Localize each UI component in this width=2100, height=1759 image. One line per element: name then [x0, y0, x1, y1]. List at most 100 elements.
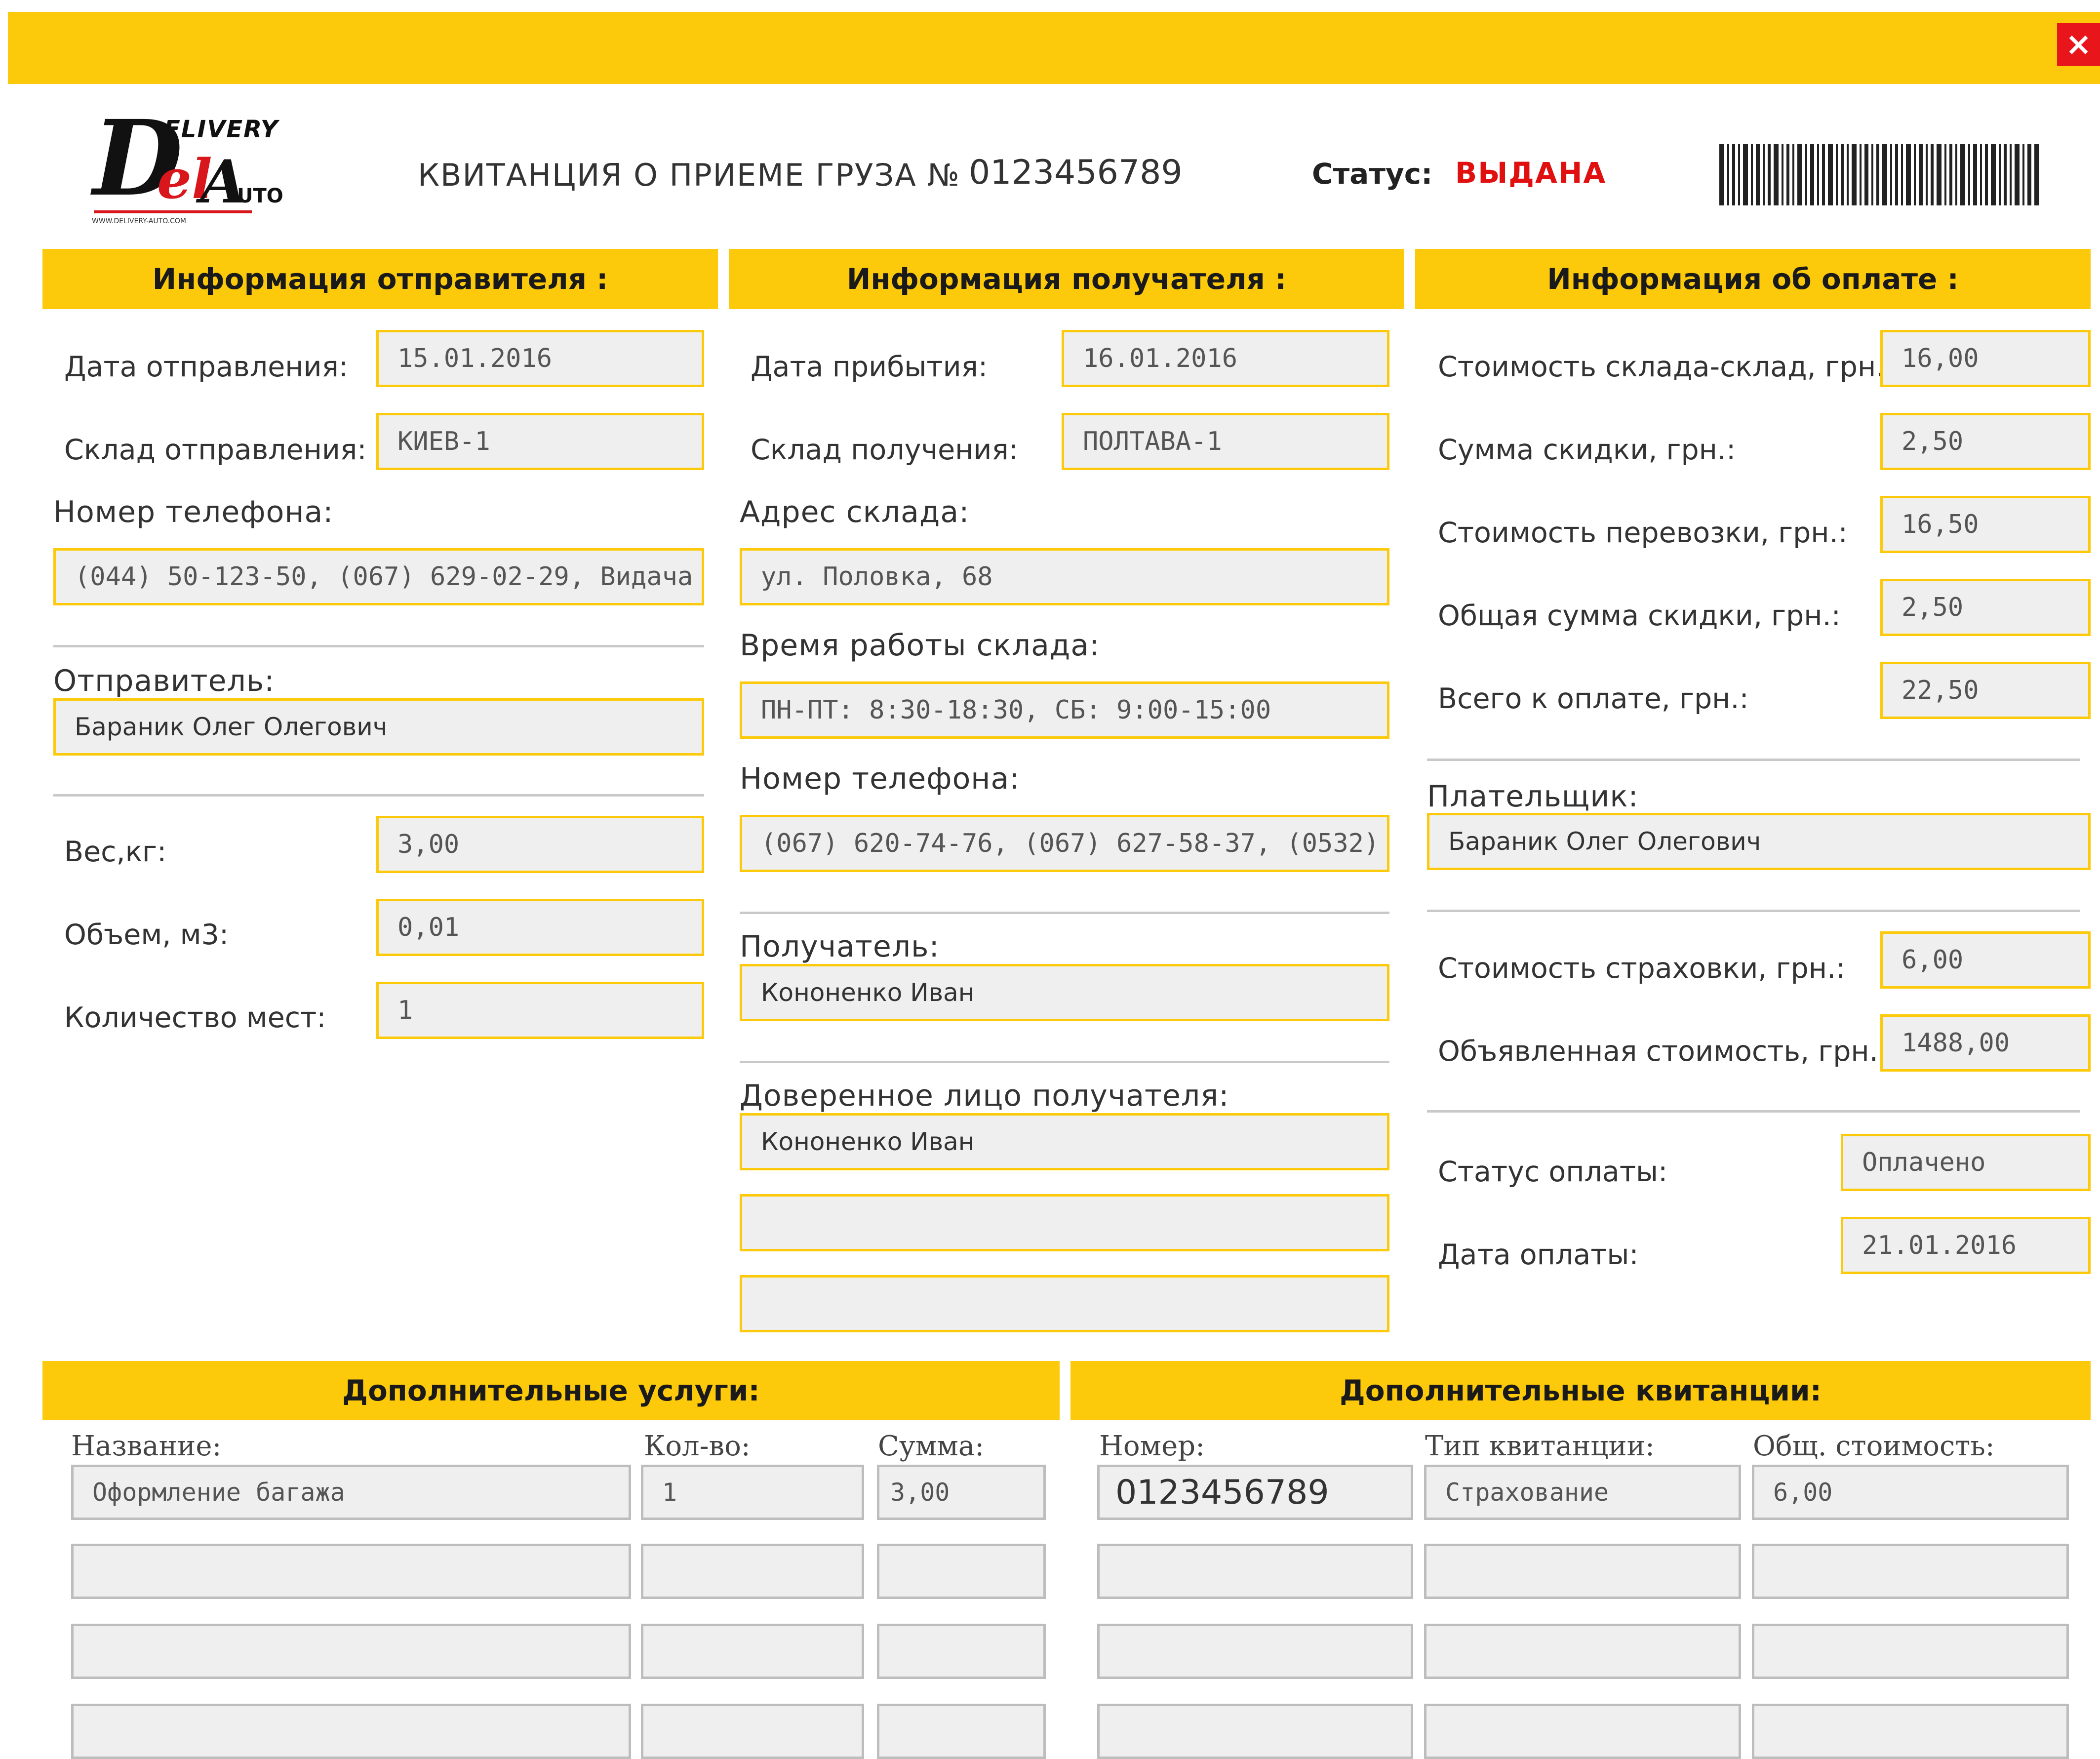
- departure-date-field[interactable]: 15.01.2016: [376, 330, 704, 387]
- additional-receipts-header: Дополнительные квитанции:: [1070, 1361, 2091, 1420]
- payer-label: Плательщик:: [1427, 779, 1639, 814]
- declared-value-field[interactable]: 1488,00: [1880, 1014, 2091, 1072]
- warehouse-cost-field[interactable]: 16,00: [1880, 330, 2091, 387]
- receiving-warehouse-field[interactable]: ПОЛТАВА-1: [1062, 413, 1389, 470]
- arrival-date-field[interactable]: 16.01.2016: [1062, 330, 1389, 387]
- service-sum-field[interactable]: 3,00: [877, 1465, 1046, 1520]
- status-label: Статус:: [1312, 157, 1433, 191]
- payer-field[interactable]: Бараник Олег Олегович: [1427, 813, 2091, 870]
- receiving-warehouse-label: Склад получения:: [751, 434, 1018, 466]
- service-qty-field[interactable]: [641, 1544, 864, 1599]
- service-qty-field[interactable]: [641, 1704, 864, 1759]
- close-icon: ×: [2065, 26, 2092, 63]
- warehouse-hours-field[interactable]: ПН-ПТ: 8:30-18:30, СБ: 9:00-15:00: [740, 681, 1389, 739]
- recipient-phone-label: Номер телефона:: [740, 761, 1020, 796]
- receipt-title: КВИТАНЦИЯ О ПРИЕМЕ ГРУЗА №: [418, 157, 960, 193]
- receipt-total-field[interactable]: [1752, 1704, 2069, 1759]
- service-sum-field[interactable]: [877, 1544, 1046, 1599]
- receipt-type-field[interactable]: [1424, 1544, 1741, 1599]
- window-title-bar: [8, 12, 2100, 84]
- warehouse-address-label: Адрес склада:: [740, 495, 970, 529]
- service-name-column-header: Название:: [71, 1430, 222, 1462]
- trustee-extra-field-1[interactable]: [740, 1194, 1389, 1251]
- service-qty-field[interactable]: [641, 1624, 864, 1679]
- trustee-extra-field-2[interactable]: [740, 1275, 1389, 1332]
- service-qty-field[interactable]: 1: [641, 1465, 864, 1520]
- receipt-number-field[interactable]: [1097, 1624, 1413, 1679]
- places-count-field[interactable]: 1: [376, 982, 704, 1039]
- payment-info-header: Информация об оплате :: [1415, 249, 2091, 309]
- receipt-number-field[interactable]: 0123456789: [1097, 1465, 1413, 1520]
- total-discount-field[interactable]: 2,50: [1880, 579, 2091, 636]
- receipt-type-column-header: Тип квитанции:: [1425, 1430, 1655, 1462]
- service-name-field[interactable]: [71, 1704, 631, 1759]
- sender-info-header: Информация отправителя :: [42, 249, 718, 309]
- receipt-number-field[interactable]: [1097, 1704, 1413, 1759]
- transport-cost-label: Стоимость перевозки, грн.:: [1438, 517, 1848, 549]
- warehouse-cost-label: Стоимость склада-склад, грн.:: [1438, 351, 1895, 383]
- recipient-name-field[interactable]: Кононенко Иван: [740, 964, 1389, 1021]
- recipient-info-header: Информация получателя :: [729, 249, 1404, 309]
- divider: [1427, 1110, 2080, 1113]
- departure-date-label: Дата отправления:: [64, 351, 349, 383]
- departure-warehouse-label: Склад отправления:: [64, 434, 367, 466]
- receipt-total-field[interactable]: [1752, 1544, 2069, 1599]
- arrival-date-label: Дата прибытия:: [751, 351, 988, 383]
- receipt-number-field[interactable]: [1097, 1544, 1413, 1599]
- divider: [740, 912, 1389, 914]
- total-due-label: Всего к оплате, грн.:: [1438, 682, 1749, 715]
- volume-field[interactable]: 0,01: [376, 899, 704, 956]
- divider: [740, 1061, 1389, 1063]
- service-sum-column-header: Сумма:: [878, 1430, 985, 1462]
- sender-phone-field[interactable]: (044) 50-123-50, (067) 629-02-29, Видача…: [53, 548, 704, 605]
- payment-status-label: Статус оплаты:: [1438, 1156, 1668, 1188]
- service-sum-field[interactable]: [877, 1624, 1046, 1679]
- total-due-field[interactable]: 22,50: [1880, 662, 2091, 719]
- places-count-label: Количество мест:: [64, 1001, 326, 1034]
- close-button[interactable]: ×: [2057, 23, 2100, 66]
- receipt-number-column-header: Номер:: [1099, 1430, 1205, 1462]
- service-name-field[interactable]: Оформление багажа: [71, 1465, 631, 1520]
- additional-services-header: Дополнительные услуги:: [42, 1361, 1060, 1420]
- payment-date-label: Дата оплаты:: [1438, 1239, 1639, 1271]
- discount-field[interactable]: 2,50: [1880, 413, 2091, 470]
- divider: [1427, 910, 2080, 912]
- receipt-total-column-header: Общ. стоимость:: [1753, 1430, 1995, 1462]
- recipient-name-label: Получатель:: [740, 929, 940, 964]
- insurance-cost-field[interactable]: 6,00: [1880, 931, 2091, 989]
- trustee-field[interactable]: Кононенко Иван: [740, 1113, 1389, 1170]
- receipt-total-field[interactable]: [1752, 1624, 2069, 1679]
- barcode-image: [1719, 144, 2039, 205]
- service-name-field[interactable]: [71, 1544, 631, 1599]
- divider: [53, 645, 704, 647]
- receipt-type-field[interactable]: Страхование: [1424, 1465, 1741, 1520]
- declared-value-label: Объявленная стоимость, грн.:: [1438, 1035, 1888, 1068]
- service-sum-field[interactable]: [877, 1704, 1046, 1759]
- sender-name-label: Отправитель:: [53, 664, 275, 698]
- volume-label: Объем, м3:: [64, 919, 229, 951]
- sender-name-field[interactable]: Бараник Олег Олегович: [53, 698, 704, 756]
- divider: [1427, 759, 2080, 761]
- warehouse-hours-label: Время работы склада:: [740, 628, 1100, 663]
- receipt-number: 0123456789: [969, 153, 1183, 192]
- warehouse-address-field[interactable]: ул. Половка, 68: [740, 548, 1389, 605]
- receipt-total-field[interactable]: 6,00: [1752, 1465, 2069, 1520]
- transport-cost-field[interactable]: 16,50: [1880, 496, 2091, 553]
- weight-label: Вес,кг:: [64, 836, 167, 868]
- total-discount-label: Общая сумма скидки, грн.:: [1438, 600, 1841, 632]
- payment-status-field[interactable]: Оплачено: [1841, 1134, 2091, 1191]
- weight-field[interactable]: 3,00: [376, 816, 704, 873]
- insurance-cost-label: Стоимость страховки, грн.:: [1438, 952, 1846, 985]
- receipt-type-field[interactable]: [1424, 1704, 1741, 1759]
- receipt-type-field[interactable]: [1424, 1624, 1741, 1679]
- divider: [53, 794, 704, 797]
- service-name-field[interactable]: [71, 1624, 631, 1679]
- sender-phone-label: Номер телефона:: [53, 495, 334, 529]
- recipient-phone-field[interactable]: (067) 620-74-76, (067) 627-58-37, (0532)…: [740, 815, 1389, 872]
- status-value: ВЫДАНА: [1455, 156, 1607, 190]
- discount-label: Сумма скидки, грн.:: [1438, 434, 1736, 466]
- payment-date-field[interactable]: 21.01.2016: [1841, 1217, 2091, 1274]
- delivery-auto-logo: D ELIVERY el A UTO WWW.DELIVERY-AUTO.COM: [92, 97, 283, 226]
- service-qty-column-header: Кол-во:: [644, 1430, 751, 1462]
- departure-warehouse-field[interactable]: КИЕВ-1: [376, 413, 704, 470]
